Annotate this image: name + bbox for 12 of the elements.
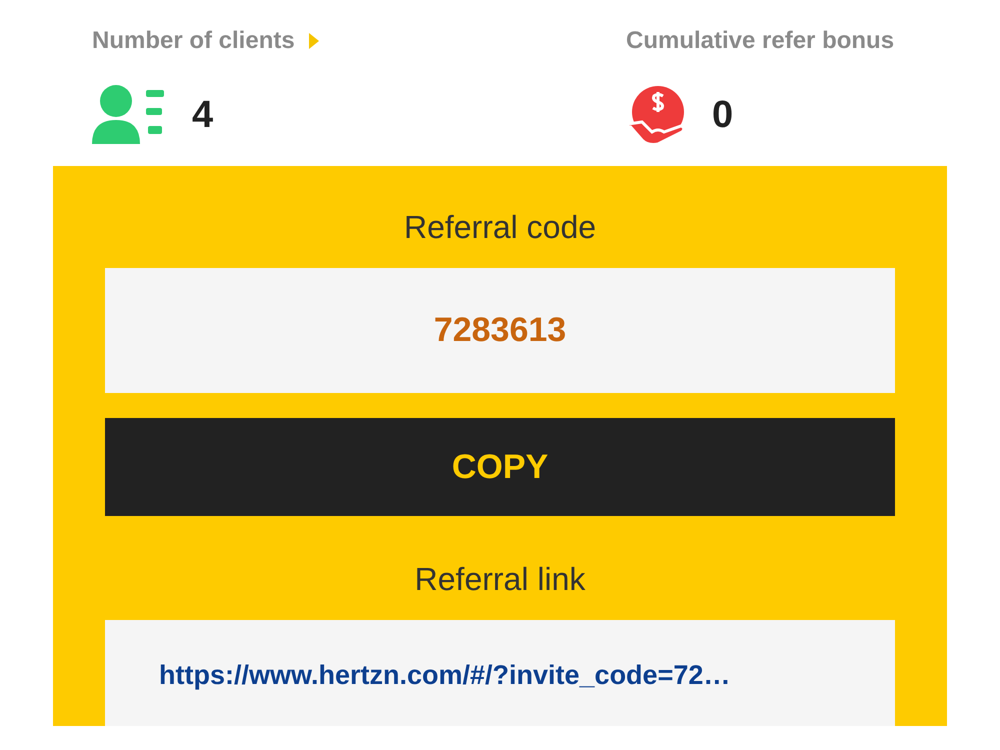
code-title: Referral code xyxy=(402,208,598,247)
code-box: 7283613 xyxy=(105,268,895,393)
link-box[interactable]: https://www.hertzn.com/#/?invite_code=72… xyxy=(105,620,895,726)
stat-label: Number of clients xyxy=(92,27,295,55)
money-hand-icon xyxy=(626,84,686,146)
caret-icon[interactable] xyxy=(308,33,319,49)
link-title: Referral link xyxy=(414,560,586,600)
stat-label: Cumulative refer bonus xyxy=(626,27,894,55)
user-list-icon xyxy=(92,84,166,146)
stat-value: 0 xyxy=(712,94,734,136)
copy-button[interactable]: COPY xyxy=(105,418,895,516)
stat-value: 4 xyxy=(192,94,214,136)
